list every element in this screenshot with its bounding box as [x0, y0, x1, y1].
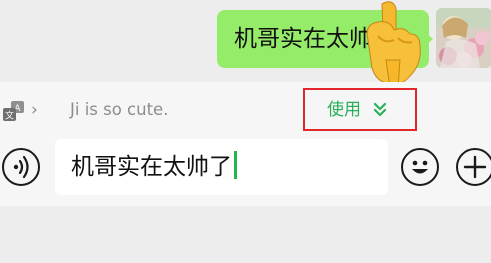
emoji-button[interactable]	[401, 148, 439, 186]
bubble-tail	[426, 33, 433, 45]
svg-text:文: 文	[5, 110, 14, 122]
message-input[interactable]: 机哥实在太帅了	[55, 139, 388, 195]
highlight-box	[303, 88, 417, 131]
translation-text: Ji is so cute.	[70, 100, 169, 119]
avatar-photo	[436, 8, 491, 68]
emoji-icon	[412, 160, 428, 174]
voice-button[interactable]	[2, 148, 40, 186]
chevron-right-icon[interactable]: ›	[31, 98, 38, 122]
bottom-area	[0, 206, 491, 263]
more-button[interactable]	[456, 148, 491, 186]
avatar[interactable]	[436, 8, 491, 68]
voice-icon	[13, 155, 29, 179]
plus-icon	[463, 155, 487, 179]
pointing-hand-icon	[360, 0, 424, 92]
input-text: 机哥实在太帅了	[71, 154, 232, 180]
translate-icon[interactable]: A 文	[2, 101, 26, 123]
text-caret	[234, 151, 237, 179]
